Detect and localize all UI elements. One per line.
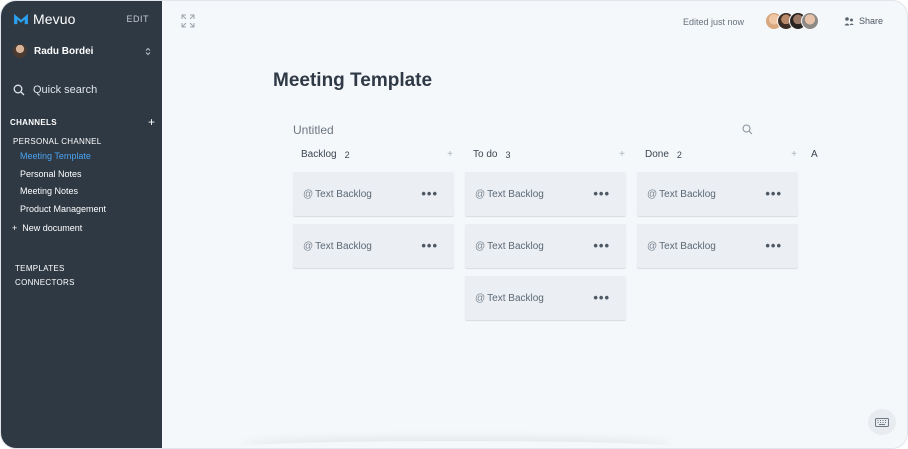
- user-name: Radu Bordei: [34, 45, 94, 57]
- card-label: @ Text Backlog: [647, 240, 716, 252]
- add-card-button[interactable]: +: [791, 149, 797, 160]
- card-label: @ Text Backlog: [475, 292, 544, 304]
- sidebar-item-product-management[interactable]: Product Management: [20, 204, 106, 214]
- brand-name: Mevuo: [33, 11, 76, 27]
- column-name: Backlog: [301, 149, 337, 160]
- column-count: 3: [505, 149, 511, 160]
- board-title[interactable]: Untitled: [293, 123, 334, 137]
- new-document-label: New document: [22, 223, 83, 233]
- sidebar-item-meeting-notes[interactable]: Meeting Notes: [20, 186, 78, 196]
- sidebar: Mevuo EDIT Radu Bordei Quick search CHAN…: [1, 1, 162, 448]
- card[interactable]: @ Text Backlog •••: [637, 172, 798, 216]
- card-label: @ Text Backlog: [475, 240, 544, 252]
- mevuo-logo-icon: [14, 13, 28, 25]
- sidebar-item-meeting-template[interactable]: Meeting Template: [20, 151, 91, 161]
- plus-icon: +: [12, 223, 18, 233]
- channel-name[interactable]: PERSONAL CHANNEL: [13, 137, 102, 146]
- edit-button[interactable]: EDIT: [126, 14, 149, 24]
- column-count: 2: [344, 149, 350, 160]
- card[interactable]: @ Text Backlog •••: [293, 172, 454, 216]
- more-options-icon[interactable]: •••: [421, 187, 438, 200]
- keyboard-shortcuts-button[interactable]: [868, 409, 896, 435]
- mention-icon: @: [303, 188, 314, 200]
- channels-label: CHANNELS: [10, 117, 57, 127]
- avatar: [801, 12, 819, 30]
- mention-icon: @: [475, 292, 486, 304]
- more-options-icon[interactable]: •••: [593, 187, 610, 200]
- column-header-backlog: Backlog 2 +: [301, 149, 453, 160]
- card-label: @ Text Backlog: [303, 188, 372, 200]
- card-label: @ Text Backlog: [303, 240, 372, 252]
- main-content: Edited just now Share Meeting Template U…: [162, 1, 907, 448]
- card[interactable]: @ Text Backlog •••: [465, 224, 626, 268]
- share-label: Share: [859, 16, 884, 26]
- chevron-updown-icon: [145, 47, 151, 55]
- more-options-icon[interactable]: •••: [765, 239, 782, 252]
- page-title[interactable]: Meeting Template: [273, 70, 432, 92]
- column-name: To do: [473, 149, 498, 160]
- mention-icon: @: [475, 188, 486, 200]
- more-options-icon[interactable]: •••: [421, 239, 438, 252]
- mention-icon: @: [475, 240, 486, 252]
- column-header-todo: To do 3 +: [473, 149, 625, 160]
- more-options-icon[interactable]: •••: [765, 187, 782, 200]
- brand-logo[interactable]: Mevuo: [13, 11, 76, 27]
- user-switcher[interactable]: Radu Bordei: [13, 44, 151, 58]
- mention-icon: @: [647, 240, 658, 252]
- quick-search[interactable]: Quick search: [13, 84, 97, 96]
- panel-shadow: [242, 441, 672, 448]
- more-options-icon[interactable]: •••: [593, 239, 610, 252]
- share-button[interactable]: Share: [844, 16, 883, 26]
- card[interactable]: @ Text Backlog •••: [293, 224, 454, 268]
- templates-link[interactable]: TEMPLATES: [15, 264, 65, 273]
- column-count: 2: [676, 149, 682, 160]
- edited-status: Edited just now: [683, 17, 745, 27]
- add-card-button[interactable]: +: [619, 149, 625, 160]
- column-header-done: Done 2 +: [645, 149, 797, 160]
- mention-icon: @: [647, 188, 658, 200]
- expand-icon[interactable]: [181, 14, 195, 28]
- collaborator-avatars[interactable]: [765, 12, 819, 30]
- more-options-icon[interactable]: •••: [593, 291, 610, 304]
- connectors-link[interactable]: CONNECTORS: [15, 278, 75, 287]
- sidebar-item-personal-notes[interactable]: Personal Notes: [20, 169, 82, 179]
- column-name: Done: [645, 149, 669, 160]
- quick-search-label: Quick search: [33, 84, 98, 96]
- card-label: @ Text Backlog: [475, 188, 544, 200]
- column-header-partial: A: [811, 149, 818, 160]
- card-label: @ Text Backlog: [647, 188, 716, 200]
- avatar: [13, 44, 27, 58]
- keyboard-icon: [875, 417, 889, 427]
- channels-header: CHANNELS +: [10, 116, 155, 128]
- card[interactable]: @ Text Backlog •••: [637, 224, 798, 268]
- search-icon[interactable]: [742, 124, 753, 135]
- mention-icon: @: [303, 240, 314, 252]
- card[interactable]: @ Text Backlog •••: [465, 172, 626, 216]
- app-window: Mevuo EDIT Radu Bordei Quick search CHAN…: [0, 0, 908, 449]
- card[interactable]: @ Text Backlog •••: [465, 276, 626, 320]
- new-document-button[interactable]: + New document: [12, 223, 82, 233]
- share-icon: [844, 17, 854, 26]
- search-icon: [13, 84, 25, 96]
- add-channel-button[interactable]: +: [148, 116, 155, 128]
- add-card-button[interactable]: +: [447, 149, 453, 160]
